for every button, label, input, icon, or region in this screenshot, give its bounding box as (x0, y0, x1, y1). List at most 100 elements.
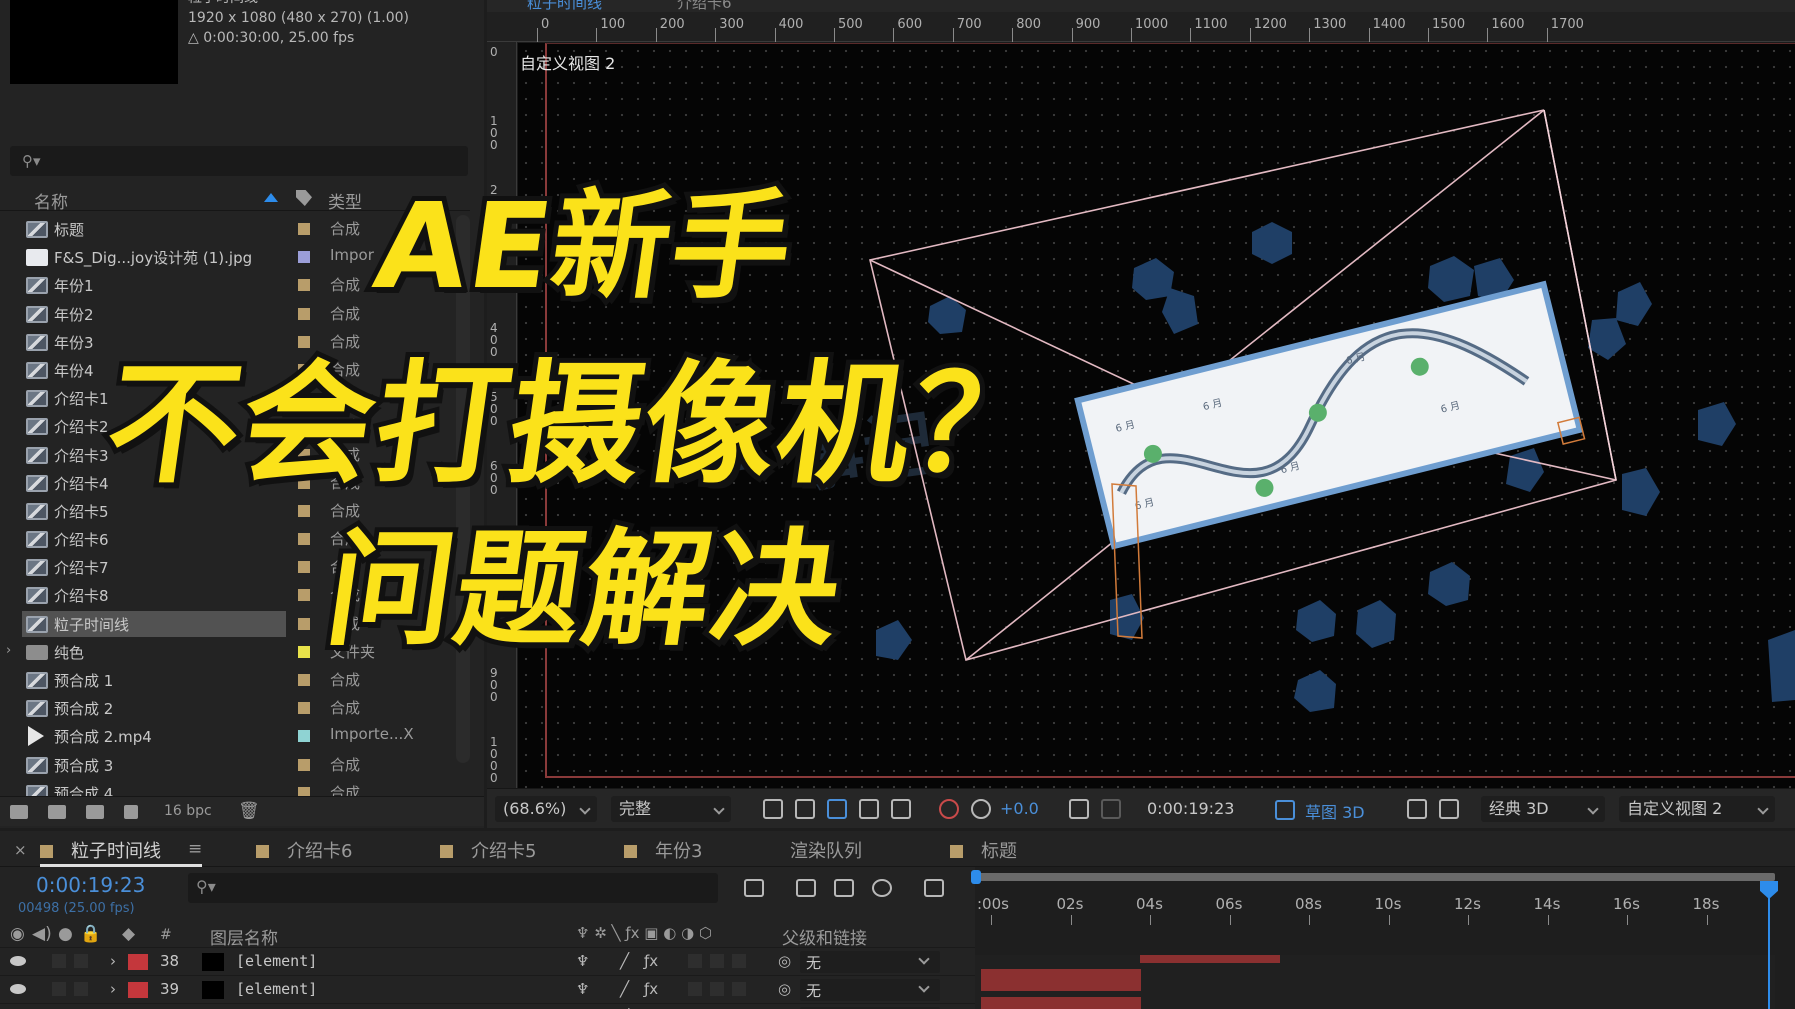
lock-box[interactable] (74, 982, 88, 996)
graph-editor-icon[interactable] (924, 879, 944, 897)
grid-guides-icon[interactable] (891, 799, 911, 819)
label-color-chip[interactable] (298, 251, 310, 264)
column-name[interactable]: 名称 (34, 188, 68, 213)
project-item[interactable]: 年份1 合成 (0, 271, 470, 299)
project-search-input[interactable]: ⚲▾ (10, 146, 468, 176)
project-item[interactable]: 介绍卡1 合成 (0, 384, 470, 412)
label-color-chip[interactable] (298, 476, 310, 489)
project-item-name-cell[interactable]: 介绍卡5 (22, 498, 286, 524)
project-item-name-cell[interactable]: 年份4 (22, 357, 286, 383)
project-item[interactable]: 年份3 合成 (0, 328, 470, 356)
shy-switch-icon[interactable]: ♆ (576, 980, 589, 998)
chevron-right-icon[interactable]: › (110, 952, 116, 970)
project-item[interactable]: 介绍卡8 合成 (0, 581, 470, 609)
project-item[interactable]: 标题 合成 (0, 215, 470, 243)
label-color-chip[interactable] (298, 504, 310, 517)
project-item-name-cell[interactable]: 介绍卡4 (22, 470, 286, 496)
playhead-handle[interactable] (1760, 881, 1778, 899)
switch-box[interactable] (688, 954, 702, 968)
eye-icon[interactable] (10, 984, 26, 994)
interpret-footage-icon[interactable] (10, 805, 28, 819)
label-tag-icon[interactable]: ◆ (122, 924, 135, 944)
timeline-search-input[interactable]: ⚲▾ (188, 873, 718, 903)
label-color-chip[interactable] (298, 645, 310, 658)
project-item[interactable]: 预合成 1 合成 (0, 666, 470, 694)
quality-switch-icon[interactable]: ╱ (620, 952, 629, 970)
column-layer-name[interactable]: 图层名称 (210, 924, 278, 949)
project-item[interactable]: 介绍卡2 合成 (0, 412, 470, 440)
project-item-name-cell[interactable]: 粒子时间线 (22, 610, 286, 637)
layer-name[interactable]: [element] (236, 952, 317, 970)
project-item-name-cell[interactable]: 介绍卡8 (22, 582, 286, 608)
label-color-chip[interactable] (298, 448, 310, 461)
transparency-grid-icon[interactable] (795, 799, 815, 819)
project-item[interactable]: 预合成 2.mp4 Importe...X (0, 722, 470, 750)
label-color-chip[interactable] (298, 561, 310, 574)
project-item-name-cell[interactable]: 年份2 (22, 301, 286, 327)
mask-visibility-icon[interactable] (827, 799, 847, 819)
layer-row[interactable]: › 40 [element] ♆ ╱ ƒx ◎ 无 (0, 1003, 975, 1009)
view-dropdown[interactable]: 自定义视图 2 (1619, 796, 1775, 822)
reset-exposure-icon[interactable] (971, 799, 991, 819)
resolution-dropdown[interactable]: 完整 (611, 796, 731, 822)
switch-box[interactable] (710, 982, 724, 996)
project-item-name-cell[interactable]: 预合成 3 (22, 752, 286, 778)
project-item[interactable]: 年份2 合成 (0, 300, 470, 328)
current-time-display[interactable]: 0:00:19:23 (1147, 799, 1234, 818)
color-channels-icon[interactable] (939, 799, 959, 819)
layer-row[interactable]: › 38 [element] ♆ ╱ ƒx ◎ 无 (0, 947, 975, 975)
lock-icon[interactable]: 🔒 (80, 924, 101, 944)
project-settings-icon[interactable] (124, 805, 138, 819)
solo-box[interactable] (52, 954, 66, 968)
layer-label-color[interactable] (128, 954, 148, 970)
label-color-chip[interactable] (298, 674, 310, 686)
column-type[interactable]: 类型 (328, 188, 362, 213)
show-snapshot-icon[interactable] (1101, 799, 1121, 819)
playhead[interactable] (1768, 887, 1770, 1009)
project-item-name-cell[interactable]: 标题 (22, 216, 286, 242)
project-item[interactable]: 介绍卡4 合成 (0, 469, 470, 497)
quality-switch-icon[interactable]: ╱ (620, 980, 629, 998)
project-item[interactable]: 介绍卡5 合成 (0, 497, 470, 525)
project-item-name-cell[interactable]: 预合成 2 (22, 695, 286, 721)
work-area-bar[interactable] (971, 870, 1775, 884)
expand-icon[interactable]: › (6, 643, 11, 658)
project-item[interactable]: F&S_Dig...joy设计苑 (1).jpg Impor (0, 243, 470, 271)
region-of-interest-icon[interactable] (859, 799, 879, 819)
project-item-name-cell[interactable]: 纯色 (22, 639, 286, 665)
frame-blending-icon[interactable] (834, 879, 854, 897)
switch-box[interactable] (732, 982, 746, 996)
exposure-value[interactable]: +0.0 (1000, 799, 1039, 818)
label-color-chip[interactable] (298, 533, 310, 546)
label-color-chip[interactable] (298, 307, 310, 320)
time-ruler[interactable]: :00s 02s 04s 06s 08s 10s 12s 14s 16s 18s (971, 867, 1795, 1009)
project-item-name-cell[interactable]: 介绍卡2 (22, 413, 286, 439)
trash-icon[interactable]: 🗑 (238, 801, 260, 821)
toggle-view-icon[interactable] (1439, 799, 1459, 819)
effects-switch-icon[interactable]: ƒx (644, 980, 658, 998)
comp-mini-flowchart-icon[interactable] (744, 879, 764, 897)
project-item[interactable]: 预合成 3 合成 (0, 751, 470, 779)
sort-ascending-icon[interactable] (264, 193, 278, 202)
timeline-tab[interactable]: 粒子时间线 (40, 837, 161, 863)
project-item[interactable]: 预合成 2 合成 (0, 694, 470, 722)
chevron-right-icon[interactable]: › (110, 980, 116, 998)
project-item-name-cell[interactable]: 介绍卡3 (22, 442, 286, 468)
project-item-name-cell[interactable]: 介绍卡6 (22, 526, 286, 552)
label-color-chip[interactable] (298, 617, 310, 630)
timeline-current-time[interactable]: 0:00:19:23 (36, 873, 145, 897)
draft-3d-button[interactable]: 草图 3D (1305, 799, 1365, 823)
fast-preview-icon[interactable] (763, 799, 783, 819)
renderer-dropdown[interactable]: 经典 3D (1481, 796, 1605, 822)
switch-box[interactable] (710, 954, 724, 968)
project-item[interactable]: 介绍卡3 合成 (0, 441, 470, 469)
label-color-chip[interactable] (298, 730, 310, 743)
project-item-name-cell[interactable]: 预合成 2.mp4 (22, 723, 286, 749)
shy-switch-icon[interactable]: ♆ (576, 952, 589, 970)
effects-switch-icon[interactable]: ƒx (644, 952, 658, 970)
pickwhip-icon[interactable]: ◎ (778, 952, 791, 970)
camera-snapshot-icon[interactable] (1069, 799, 1089, 819)
project-item-name-cell[interactable]: 预合成 1 (22, 667, 286, 693)
project-item-name-cell[interactable]: F&S_Dig...joy设计苑 (1).jpg (22, 244, 286, 270)
layer-label-color[interactable] (128, 982, 148, 998)
